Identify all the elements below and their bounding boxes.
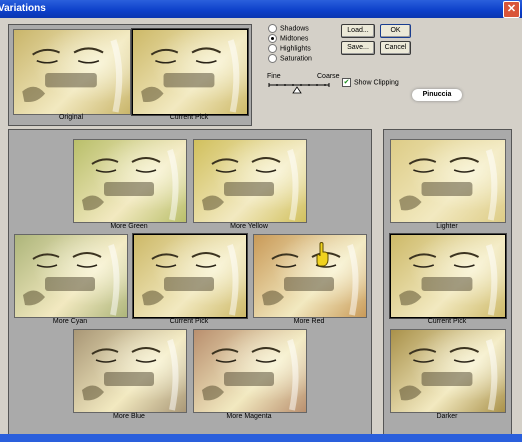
close-button[interactable]: ✕ [503,1,520,18]
original-label: Original [58,114,84,121]
fine-label: Fine [267,73,281,80]
more-cyan-label: More Cyan [52,318,88,325]
more-blue-label: More Blue [113,413,145,420]
save-button[interactable]: Save... [341,41,375,55]
brightness-panel: Lighter Current Pick Darker [383,129,512,440]
dialog-body: Original Current Pick Shadows Midtones H… [0,18,522,442]
darker-thumbnail[interactable] [390,329,506,413]
slider-thumb-icon[interactable] [292,86,302,94]
radio-midtones[interactable]: Midtones [268,34,308,43]
checkmark-icon: ✔ [342,78,351,87]
more-cyan-thumbnail[interactable] [14,234,128,318]
load-button[interactable]: Load... [341,24,375,38]
current-pick-label-center: Current Pick [169,318,209,325]
more-red-label: More Red [293,318,325,325]
more-yellow-label: More Yellow [230,223,268,230]
show-clipping-checkbox[interactable]: ✔ Show Clipping [342,78,399,87]
coarse-label: Coarse [317,73,340,80]
lighter-label: Lighter [436,223,458,230]
more-green-thumbnail[interactable] [73,139,187,223]
radio-saturation[interactable]: Saturation [268,54,312,63]
title-bar: Variations ✕ [0,0,522,18]
current-pick-thumbnail-center [132,233,248,319]
original-thumbnail [13,29,131,115]
bottom-edge [0,434,522,442]
darker-label: Darker [436,413,458,420]
more-magenta-label: More Magenta [226,413,272,420]
more-blue-thumbnail[interactable] [73,329,187,413]
slider-track[interactable] [267,81,333,95]
more-yellow-thumbnail[interactable] [193,139,307,223]
radio-highlights[interactable]: Highlights [268,44,311,53]
more-green-label: More Green [110,223,148,230]
radio-circle-saturation [268,54,277,63]
show-clipping-label: Show Clipping [354,79,399,87]
more-red-thumbnail[interactable] [253,234,367,318]
window-title: Variations [0,3,46,14]
cancel-button[interactable]: Cancel [380,41,411,55]
radio-label-highlights: Highlights [280,45,311,53]
radio-label-shadows: Shadows [280,25,309,33]
current-pick-thumbnail-right [389,233,507,319]
watermark-badge: Pinuccia [412,89,462,101]
radio-label-saturation: Saturation [280,55,312,63]
current-pick-label-top: Current Pick [169,114,209,121]
radio-circle-shadows [268,24,277,33]
more-magenta-thumbnail[interactable] [193,329,307,413]
lighter-thumbnail[interactable] [390,139,506,223]
radio-circle-midtones [268,34,277,43]
radio-label-midtones: Midtones [280,35,309,43]
hand-pointer-icon [316,242,329,267]
ok-button[interactable]: OK [380,24,411,38]
radio-shadows[interactable]: Shadows [268,24,309,33]
current-pick-label-right: Current Pick [427,318,467,325]
radio-circle-highlights [268,44,277,53]
current-pick-thumbnail-top [131,28,249,116]
top-preview-panel: Original Current Pick [8,24,252,126]
color-variations-panel: More Green More Yellow More Cyan Current… [8,129,372,440]
